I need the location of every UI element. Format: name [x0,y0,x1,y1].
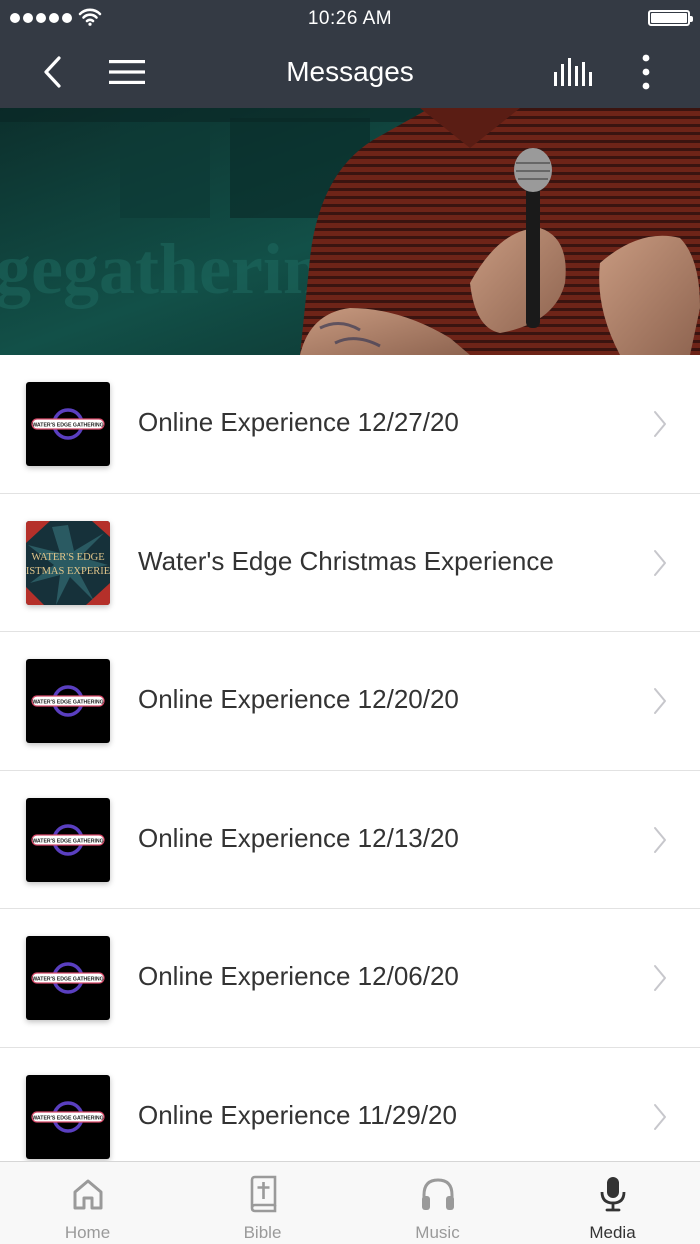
tab-bar: Home Bible Music Media [0,1161,700,1244]
tab-media-label: Media [589,1223,636,1242]
message-row[interactable]: WATER'S EDGE GATHERING Online Experience… [0,632,700,771]
tab-media[interactable]: Media [525,1162,700,1244]
chevron-right-icon [654,411,666,437]
chevron-right-icon [654,549,666,576]
message-thumbnail: WATER'S EDGE ISTMAS EXPERIE [26,520,110,605]
message-row[interactable]: WATER'S EDGE ISTMAS EXPERIE Water's Edge … [0,493,700,632]
tab-bible[interactable]: Bible [175,1162,350,1244]
thumbnail-text: WATER'S EDGE GATHERING [32,976,103,982]
message-thumbnail: WATER'S EDGE GATHERING [26,936,110,1020]
message-thumbnail: WATER'S EDGE GATHERING [26,1074,110,1159]
hero-background-text: gegatherin [0,229,323,309]
thumbnail-text: WATER'S EDGE GATHERING [32,422,103,428]
page-title: Messages [286,56,414,87]
tab-home-label: Home [64,1223,111,1242]
thumbnail-text: WATER'S EDGE GATHERING [32,699,103,705]
more-button[interactable] [624,50,668,94]
thumbnail-text: WATER'S EDGE [31,552,104,563]
message-row[interactable]: WATER'S EDGE GATHERING Online Experience… [0,770,700,909]
tab-music-label: Music [415,1223,460,1242]
tab-music[interactable]: Music [350,1162,525,1244]
thumbnail-subtext: ISTMAS EXPERIE [26,566,110,577]
status-bar: 10:26 AM [0,0,700,36]
chevron-right-icon [654,688,666,714]
home-icon [73,1179,102,1210]
tab-bible-label: Bible [243,1223,282,1242]
message-thumbnail: WATER'S EDGE GATHERING [26,382,110,466]
now-playing-button[interactable] [550,50,594,94]
status-time: 10:26 AM [307,8,393,29]
message-list: WATER'S EDGE GATHERING Online Experience… [0,355,700,1161]
thumbnail-text: WATER'S EDGE GATHERING [32,838,103,844]
chevron-right-icon [654,1103,666,1130]
message-thumbnail: WATER'S EDGE GATHERING [26,659,110,743]
tab-home[interactable]: Home [0,1162,175,1244]
message-title: Online Experience 12/27/20 [138,407,459,437]
bible-icon [250,1175,276,1213]
microphone-icon [600,1177,625,1212]
battery-icon [648,10,693,26]
nav-bar: Messages [0,36,700,108]
message-thumbnail: WATER'S EDGE GATHERING [26,797,110,882]
chevron-right-icon [654,826,666,853]
message-title: Water's Edge Christmas Experience [138,545,554,576]
stats-icon [554,58,592,86]
message-title: Online Experience 12/13/20 [138,822,459,853]
thumbnail-text: WATER'S EDGE GATHERING [32,1115,103,1121]
message-title: Online Experience 12/20/20 [138,684,459,714]
more-icon [642,54,650,90]
hero-image: gegatherin [0,108,700,355]
message-row[interactable]: WATER'S EDGE GATHERING Online Experience… [0,355,700,494]
message-title: Online Experience 11/29/20 [138,1099,457,1130]
chevron-right-icon [654,965,666,991]
message-row[interactable]: WATER'S EDGE GATHERING Online Experience… [0,1047,700,1161]
message-row[interactable]: WATER'S EDGE GATHERING Online Experience… [0,909,700,1048]
headphones-icon [421,1178,454,1210]
message-title: Online Experience 12/06/20 [138,961,459,991]
